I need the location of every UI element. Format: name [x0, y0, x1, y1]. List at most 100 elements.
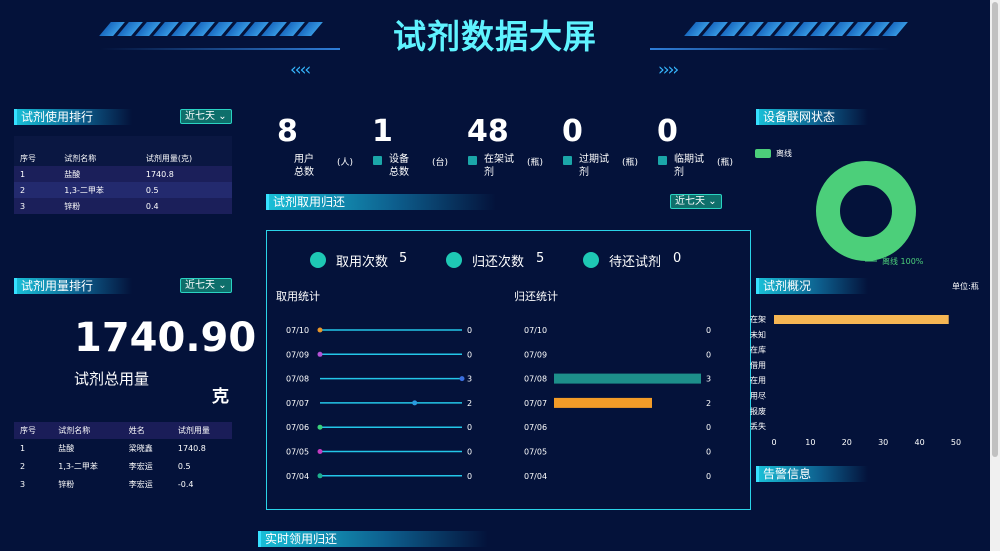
take-data-point: [317, 449, 323, 454]
network-donut-chart: [816, 161, 916, 262]
table-cell: 3: [20, 479, 26, 489]
stat-near-expiry-label: 临期试剂: [674, 154, 704, 178]
take-data-point: [317, 473, 323, 479]
amount-rank-range-dropdown[interactable]: 近七天 ⌄: [180, 278, 232, 293]
chevron-down-icon: ⌄: [708, 196, 717, 207]
usage-rank-range-dropdown[interactable]: 近七天 ⌄: [180, 109, 232, 124]
stat-user-value: 8: [277, 114, 298, 149]
chevron-down-icon: ⌄: [218, 111, 227, 122]
table-cell: 锌粉: [58, 479, 75, 489]
amount-rank-range-label: 近七天: [185, 280, 215, 291]
chevron-down-icon: ⌄: [218, 280, 227, 291]
data-label: 0: [706, 448, 711, 457]
table-cell: -0.4: [177, 479, 194, 489]
column-header: 序号: [14, 422, 53, 439]
scrollbar[interactable]: [990, 0, 1000, 551]
take-stat-title: 取用统计: [276, 290, 320, 303]
overview-bar-chart: 在架未知在库借用在用用尽报废丢失 0 10 20 30 40 50: [750, 314, 961, 447]
column-header: 试剂用量: [171, 422, 232, 439]
device-icon: [373, 156, 382, 165]
return-stat-title: 归还统计: [514, 290, 558, 303]
x-tick-label: 07/04: [524, 472, 547, 481]
x-tick-label: 07/06: [286, 423, 309, 432]
table-cell: 盐酸: [64, 169, 81, 179]
take-count-value: 5: [399, 251, 408, 266]
table-cell: 李宏运: [128, 461, 153, 471]
x-tick-label: 07/10: [524, 326, 547, 335]
stat-expired-label: 过期试剂: [579, 154, 609, 178]
table-cell: 1,3-二甲苯: [64, 185, 104, 195]
x-tick-label: 07/05: [524, 448, 547, 457]
table-cell: 1740.8: [177, 443, 206, 453]
table-cell: 2: [20, 185, 26, 195]
data-label: 0: [467, 423, 472, 432]
table-cell: 1: [20, 443, 26, 453]
offline-legend-swatch: [755, 149, 771, 158]
table-cell: 3: [20, 201, 26, 211]
take-return-title: 试剂取用归还: [266, 194, 496, 210]
stat-user-unit: (人): [337, 158, 354, 168]
category-label: 未知: [750, 329, 766, 339]
category-label: 在库: [750, 345, 766, 355]
data-label: 0: [706, 350, 711, 359]
x-tick-label: 07/04: [286, 472, 309, 481]
column-header: 试剂名称: [52, 422, 123, 439]
stat-expired-value: 0: [562, 114, 583, 149]
stat-shelf-label: 在架试剂: [484, 154, 514, 178]
pending-return-icon: [583, 252, 599, 268]
x-tick-label: 07/08: [524, 375, 547, 384]
table-row: 2 1,3-二甲苯 李宏运 0.5: [14, 457, 232, 475]
amount-rank-title: 试剂用量排行: [14, 278, 132, 294]
table-cell: 李宏运: [128, 479, 153, 489]
table-cell: 2: [20, 461, 26, 471]
return-bar: [554, 397, 652, 408]
take-return-range-label: 近七天: [675, 196, 705, 207]
return-stat-chart: 07/10 0 07/09 0 07/08 3 07/07 2 07/06 0 07/05 0 07/0…: [524, 326, 711, 481]
total-amount-value: 1740.90: [74, 315, 257, 361]
data-label: 3: [467, 375, 472, 384]
column-header: 试剂名称: [58, 136, 140, 166]
usage-rank-table: 序号 试剂名称 试剂用量(克) 1 盐酸 1740.8 2 1,3-二甲苯 0.…: [14, 136, 232, 214]
x-tick-label: 07/08: [286, 375, 309, 384]
x-tick-label: 07/07: [286, 399, 309, 408]
data-label: 2: [706, 399, 711, 408]
take-data-point: [317, 351, 323, 357]
category-label: 在用: [750, 375, 766, 385]
take-data-point: [459, 376, 465, 382]
x-tick-label: 07/10: [286, 326, 309, 335]
stat-shelf-unit: (瓶): [527, 158, 544, 168]
category-label: 借用: [750, 360, 766, 370]
category-label: 丢失: [750, 421, 766, 431]
x-tick-label: 07/07: [524, 399, 547, 408]
amount-rank-table: 序号 试剂名称 姓名 试剂用量 1 盐酸 梁晓鑫 1740.8 2 1,3-二甲…: [14, 422, 232, 493]
x-tick-label: 07/09: [286, 350, 309, 359]
category-label: 在架: [750, 314, 766, 324]
overview-bar: [774, 315, 949, 324]
stat-shelf-value: 48: [467, 114, 509, 149]
pending-return-value: 0: [673, 251, 682, 266]
table-cell: 盐酸: [58, 443, 75, 453]
x-tick-label: 50: [951, 438, 961, 447]
table-cell: 1740.8: [145, 169, 174, 179]
x-tick-label: 07/05: [286, 448, 309, 457]
stat-near-expiry-unit: (瓶): [717, 158, 734, 168]
stat-user-label: 用户总数: [294, 154, 314, 178]
shelf-icon: [468, 156, 477, 165]
overview-unit: 单位:瓶: [952, 282, 979, 291]
data-label: 0: [467, 326, 472, 335]
return-count-value: 5: [536, 251, 545, 266]
data-label: 0: [467, 350, 472, 359]
x-tick-label: 10: [805, 438, 815, 447]
data-label: 0: [467, 448, 472, 457]
return-bar: [554, 373, 701, 384]
donut-ring: [816, 161, 916, 261]
column-header: 试剂用量(克): [139, 136, 232, 166]
x-tick-label: 30: [878, 438, 888, 447]
column-header: 序号: [14, 136, 59, 166]
stat-device-label: 设备总数: [389, 154, 409, 178]
usage-rank-title: 试剂使用排行: [14, 109, 132, 125]
stat-device-unit: (台): [432, 158, 449, 168]
scrollbar-thumb[interactable]: [992, 2, 998, 457]
take-return-range-dropdown[interactable]: 近七天 ⌄: [670, 194, 722, 209]
table-row: 3 锌粉 0.4: [14, 198, 232, 214]
